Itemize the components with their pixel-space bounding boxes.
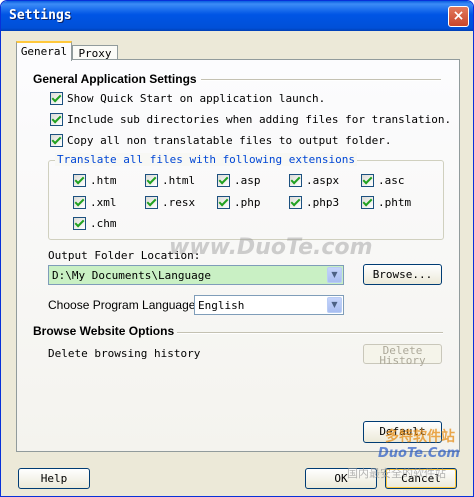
ext-resx-label[interactable]: .resx <box>162 196 195 209</box>
output-folder-label: Output Folder Location: <box>48 249 201 262</box>
ext-php3-label[interactable]: .php3 <box>306 196 339 209</box>
chevron-down-icon[interactable]: ▼ <box>327 267 342 283</box>
watermark-corner-sub: 国内最安全的软件站 <box>347 467 446 480</box>
program-language-value: English <box>198 299 245 312</box>
window-title: Settings <box>9 8 72 23</box>
close-button[interactable]: × <box>448 6 469 27</box>
watermark-corner-en: DuoTe.Com <box>378 446 460 461</box>
ext-phtm-checkbox[interactable] <box>361 196 374 209</box>
ext-htm-checkbox[interactable] <box>73 174 86 187</box>
divider <box>201 79 441 81</box>
watermark-corner-cn: 多特软件站 <box>385 429 455 445</box>
tab-proxy[interactable]: Proxy <box>72 45 118 60</box>
ext-asp-checkbox[interactable] <box>217 174 230 187</box>
ext-asp-label[interactable]: .asp <box>234 174 261 187</box>
ext-chm-checkbox[interactable] <box>73 217 86 230</box>
ext-asc-checkbox[interactable] <box>361 174 374 187</box>
general-settings-heading: General Application Settings <box>33 72 197 86</box>
program-language-label: Choose Program Language: <box>48 298 199 312</box>
ext-chm-label[interactable]: .chm <box>90 217 117 230</box>
settings-dialog: Settings × General Proxy General Applica… <box>0 0 474 497</box>
ext-php3-checkbox[interactable] <box>289 196 302 209</box>
delete-history-button[interactable]: Delete History <box>363 344 442 366</box>
browse-options-heading: Browse Website Options <box>33 324 175 338</box>
ext-asc-label[interactable]: .asc <box>378 174 405 187</box>
ext-resx-checkbox[interactable] <box>145 196 158 209</box>
ext-aspx-checkbox[interactable] <box>289 174 302 187</box>
ext-xml-checkbox[interactable] <box>73 196 86 209</box>
tab-general[interactable]: General <box>16 41 72 61</box>
ext-aspx-label[interactable]: .aspx <box>306 174 339 187</box>
ext-phtm-label[interactable]: .phtm <box>378 196 411 209</box>
copy-files-label[interactable]: Copy all non translatable files to outpu… <box>67 134 392 147</box>
title-bar[interactable]: Settings × <box>1 1 473 31</box>
ext-php-label[interactable]: .php <box>234 196 261 209</box>
browse-button[interactable]: Browse... <box>363 264 442 285</box>
delete-history-text: Delete browsing history <box>48 347 201 360</box>
help-button[interactable]: Help <box>18 468 90 489</box>
include-subdirs-label[interactable]: Include sub directories when adding file… <box>67 113 451 126</box>
chevron-down-icon[interactable]: ▼ <box>327 297 342 313</box>
ext-php-checkbox[interactable] <box>217 196 230 209</box>
output-folder-combo[interactable]: D:\My Documents\Language ▼ <box>48 265 344 285</box>
show-quick-start-checkbox[interactable] <box>50 92 63 105</box>
ext-htm-label[interactable]: .htm <box>90 174 117 187</box>
ext-xml-label[interactable]: .xml <box>90 196 117 209</box>
show-quick-start-label[interactable]: Show Quick Start on application launch. <box>67 92 325 105</box>
divider <box>177 332 443 334</box>
output-folder-value: D:\My Documents\Language <box>52 269 211 282</box>
extensions-group-legend: Translate all files with following exten… <box>55 153 358 166</box>
include-subdirs-checkbox[interactable] <box>50 113 63 126</box>
ext-html-label[interactable]: .html <box>162 174 195 187</box>
ext-html-checkbox[interactable] <box>145 174 158 187</box>
program-language-combo[interactable]: English ▼ <box>194 295 344 315</box>
copy-files-checkbox[interactable] <box>50 134 63 147</box>
